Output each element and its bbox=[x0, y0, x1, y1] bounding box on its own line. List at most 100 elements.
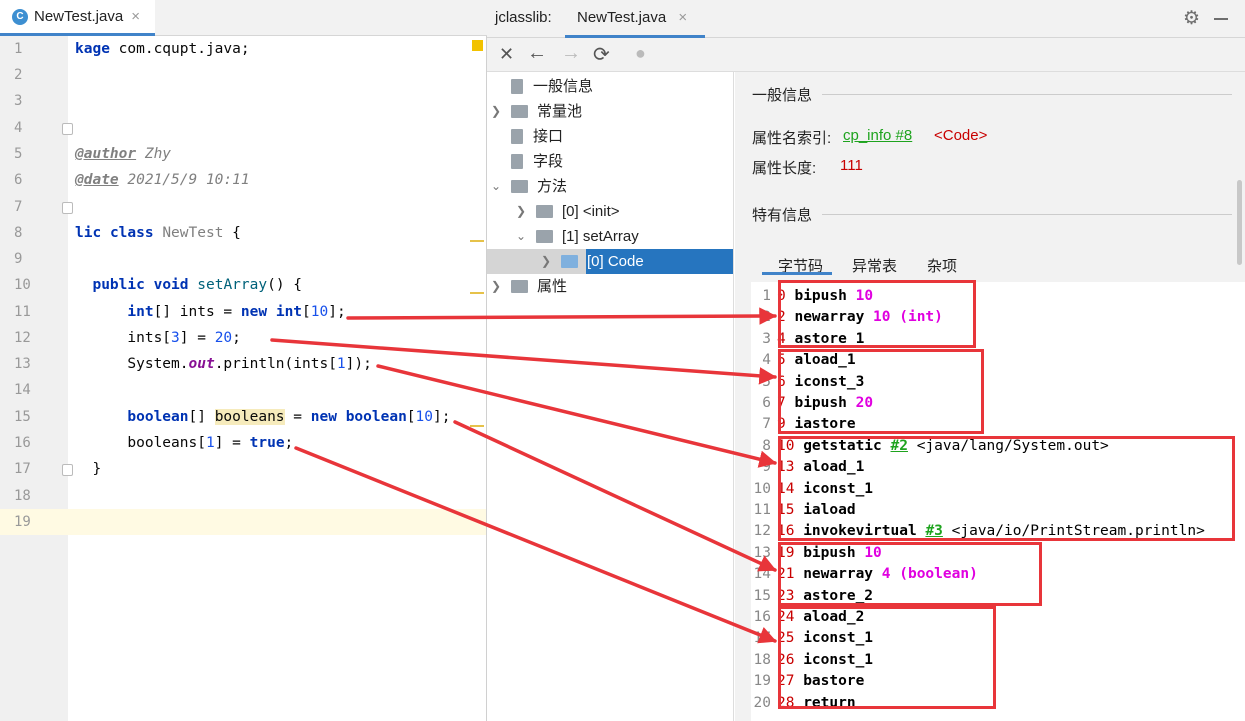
close-file-button[interactable]: ✕ bbox=[499, 44, 514, 65]
editor-tab-newtest[interactable]: C NewTest.java × bbox=[0, 0, 155, 36]
cp-info-link[interactable]: cp_info #8 bbox=[843, 127, 912, 144]
tree-node-label: 一般信息 bbox=[533, 78, 594, 95]
file-icon bbox=[511, 154, 523, 169]
line-number: 6 bbox=[762, 395, 771, 411]
line-number: 3 bbox=[762, 330, 771, 347]
chevron-down-icon[interactable]: ⌄ bbox=[516, 224, 530, 249]
code-line: @date 2021/5/9 10:11 bbox=[68, 167, 486, 193]
chevron-down-icon[interactable]: ⌄ bbox=[491, 174, 505, 199]
code-line: lic class NewTest { bbox=[68, 220, 486, 246]
tree-node-methods[interactable]: ⌄ 方法 bbox=[491, 174, 567, 199]
error-stripe-mark[interactable] bbox=[470, 240, 484, 242]
keyword: new bbox=[310, 409, 337, 425]
code-text: ]; bbox=[328, 304, 346, 320]
fold-marker-icon[interactable] bbox=[62, 202, 73, 214]
attribute-length-label: 属性长度: bbox=[752, 160, 817, 177]
bytecode-offset: 6 bbox=[777, 373, 786, 390]
fold-marker-icon[interactable] bbox=[62, 464, 73, 476]
jclasslib-toolbar: ✕ ← → ⟳ ● bbox=[487, 38, 1245, 72]
tree-node-setarray[interactable]: ⌄ [1] setArray bbox=[516, 224, 639, 249]
opcode: bipush bbox=[803, 544, 856, 561]
bytecode-row: 79 iastore bbox=[751, 414, 1245, 435]
refresh-button[interactable]: ⟳ bbox=[593, 42, 610, 67]
line-number: 8 bbox=[14, 225, 23, 241]
code-text: [ bbox=[302, 304, 311, 320]
tree-node-attributes[interactable]: ❯ 属性 bbox=[491, 274, 567, 299]
bytecode-offset: 10 bbox=[777, 437, 795, 454]
warning-indicator-icon[interactable] bbox=[472, 40, 483, 51]
jclasslib-tab-newtest[interactable]: NewTest.java × bbox=[565, 0, 705, 38]
error-stripe-mark[interactable] bbox=[470, 292, 484, 294]
folder-icon bbox=[536, 230, 553, 243]
line-number: 10 bbox=[753, 480, 771, 497]
chevron-right-icon[interactable]: ❯ bbox=[491, 99, 505, 124]
keyword: boolean bbox=[345, 409, 407, 425]
static-field: out bbox=[188, 356, 215, 372]
gear-icon[interactable]: ⚙ bbox=[1183, 7, 1200, 30]
code-text: ints[ bbox=[127, 330, 172, 346]
opcode: iconst_3 bbox=[794, 373, 865, 390]
line-number: 1 bbox=[762, 288, 771, 304]
bytecode-offset: 9 bbox=[777, 416, 786, 433]
bytecode-row: 10 bipush 10 bbox=[751, 286, 1245, 307]
tab-label: NewTest.java bbox=[577, 9, 667, 26]
code-line: booleans[1] = true; bbox=[68, 430, 486, 456]
code-text: booleans[ bbox=[127, 435, 206, 451]
tab-exception-table[interactable]: 异常表 bbox=[852, 255, 897, 276]
constant-pool-link[interactable]: #3 bbox=[925, 523, 942, 539]
minimize-icon[interactable] bbox=[1214, 18, 1228, 20]
code-editor: C NewTest.java × 1 2 3 4 5 6 7 8 9 10 11… bbox=[0, 0, 487, 721]
opcode: iconst_1 bbox=[803, 651, 874, 668]
line-number: 19 bbox=[0, 509, 68, 535]
back-button[interactable]: ← bbox=[527, 42, 547, 65]
bytecode-offset: 24 bbox=[777, 609, 795, 625]
file-icon bbox=[511, 79, 523, 94]
forward-button[interactable]: → bbox=[561, 42, 581, 65]
chevron-right-icon[interactable]: ❯ bbox=[541, 249, 555, 274]
bytecode-row: 13 19 bipush 10 bbox=[751, 543, 1245, 564]
fold-marker-icon[interactable] bbox=[62, 123, 73, 135]
bytecode-offset: 15 bbox=[777, 502, 795, 518]
class-structure-tree[interactable]: 一般信息 ❯ 常量池 接口 字段 ⌄ 方法 ❯ [0] <init> ⌄ [1] set… bbox=[487, 72, 734, 721]
code-text: ] = bbox=[214, 435, 250, 451]
bytecode-offset: 13 bbox=[777, 459, 795, 476]
tree-node-init[interactable]: ❯ [0] <init> bbox=[516, 199, 620, 224]
constant-pool-link[interactable]: #2 bbox=[891, 438, 908, 454]
tree-node-general[interactable]: 一般信息 bbox=[491, 74, 593, 99]
close-icon[interactable]: × bbox=[131, 8, 140, 25]
close-icon[interactable]: × bbox=[678, 9, 687, 26]
keyword: public bbox=[92, 277, 145, 293]
tree-node-interfaces[interactable]: 接口 bbox=[491, 124, 563, 149]
javadoc-tag: @author bbox=[75, 146, 137, 162]
line-number: 12 bbox=[14, 330, 31, 346]
highlighted-identifier: booleans bbox=[214, 409, 285, 425]
folder-icon bbox=[511, 180, 528, 193]
chevron-right-icon[interactable]: ❯ bbox=[491, 274, 505, 299]
tree-node-constant-pool[interactable]: ❯ 常量池 bbox=[491, 99, 582, 124]
chevron-right-icon[interactable]: ❯ bbox=[516, 199, 530, 224]
operand: 10 bbox=[855, 288, 874, 304]
code-text: [] bbox=[188, 409, 215, 425]
scrollbar-thumb[interactable] bbox=[1237, 180, 1242, 265]
opcode: aload_1 bbox=[794, 352, 856, 369]
code-text: ; bbox=[284, 435, 294, 451]
opcode: iconst_1 bbox=[803, 630, 874, 647]
opcode: aload_1 bbox=[803, 459, 865, 476]
code-text: .println(ints[ bbox=[214, 356, 337, 372]
bytecode-row: 18 26 iconst_1 bbox=[751, 650, 1245, 671]
tree-node-label: 字段 bbox=[533, 153, 564, 170]
line-number: 16 bbox=[753, 609, 771, 625]
error-stripe-mark[interactable] bbox=[470, 425, 484, 427]
line-number: 12 bbox=[753, 523, 771, 540]
bytecode-offset: 14 bbox=[777, 480, 795, 497]
bytecode-listing[interactable]: 10 bipush 10 2 2 newarray 10 (int) 3 4 astor… bbox=[751, 282, 1245, 721]
opcode: astore_2 bbox=[803, 587, 874, 604]
web-search-icon[interactable]: ● bbox=[635, 43, 646, 64]
name-index-value: <Code> bbox=[934, 127, 988, 144]
bytecode-row: 34 astore_1 bbox=[751, 329, 1245, 350]
tab-misc[interactable]: 杂项 bbox=[927, 255, 957, 276]
current-line bbox=[68, 509, 486, 535]
tree-node-fields[interactable]: 字段 bbox=[491, 149, 563, 174]
code-area[interactable]: kage com.cqupt.java; @author Zhy @date 2… bbox=[68, 36, 486, 721]
tree-node-code[interactable]: ❯ [0] Code bbox=[541, 249, 644, 274]
